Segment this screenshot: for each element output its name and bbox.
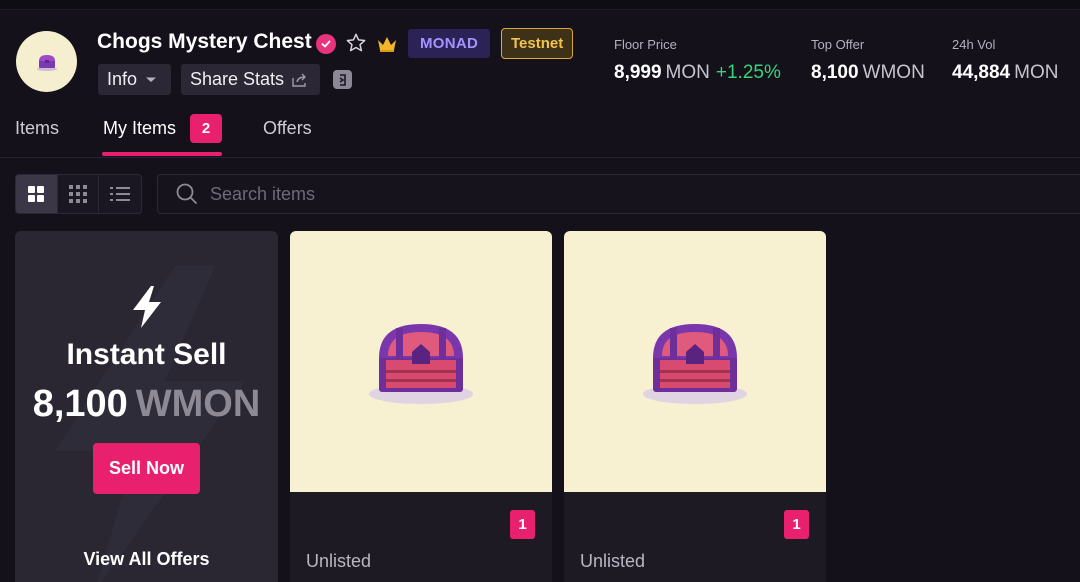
volume-value: 44,884 MON [952,62,1058,84]
floor-price-change: +1.25% [715,62,781,83]
crown-icon [376,35,398,58]
list-icon [110,187,131,201]
active-tab-indicator [102,152,222,156]
verified-icon [316,34,336,54]
volume-amount: 44,884 [952,62,1011,83]
chest-icon [643,323,747,404]
small-grid-view-button[interactable] [58,175,100,213]
share-stats-label: Share Stats [190,69,285,89]
chest-icon [36,54,57,71]
top-offer-label: Top Offer [811,37,865,52]
instant-sell-unit: WMON [135,383,261,425]
collection-title: Chogs Mystery Chest [97,30,312,53]
testnet-tag: Testnet [501,28,574,59]
volume-unit: MON [1014,62,1059,83]
item-quantity-badge: 1 [784,510,809,539]
tab-my-items[interactable]: My Items [103,118,176,139]
favorite-star-icon[interactable] [345,32,367,59]
view-all-offers-link[interactable]: View All Offers [15,549,278,570]
item-quantity-badge: 1 [510,510,535,539]
list-view-button[interactable] [99,175,141,213]
item-status: Unlisted [580,551,646,571]
info-label: Info [107,69,138,89]
top-offer-value: 8,100 WMON [811,62,925,84]
search-icon [176,183,197,204]
share-icon [292,73,307,87]
floor-price-amount: 8,999 [614,62,662,83]
lightning-icon [133,286,161,328]
item-image [564,231,826,492]
floor-price-unit: MON [665,62,710,83]
view-toggle-group [15,174,142,214]
floor-price-value: 8,999 MON +1.25% [614,62,781,84]
instant-sell-title: Instant Sell [66,338,227,371]
volume-label: 24h Vol [952,37,996,52]
collection-avatar [16,31,77,92]
tab-items[interactable]: Items [15,118,59,139]
item-status: Unlisted [306,551,372,571]
search-input[interactable] [210,183,610,205]
tab-offers[interactable]: Offers [263,118,312,139]
chevron-down-icon [146,77,157,82]
tabs-divider [0,157,1080,158]
top-offer-unit: WMON [862,62,925,83]
share-stats-button[interactable]: Share Stats [181,64,320,95]
item-card[interactable]: 1 Unlisted [564,231,826,582]
chest-icon [369,323,473,404]
item-card[interactable]: 1 Unlisted [290,231,552,582]
info-dropdown[interactable]: Info [98,64,171,95]
sell-now-button[interactable]: Sell Now [93,443,200,494]
large-grid-view-button[interactable] [16,175,58,213]
search-box[interactable] [157,174,1080,214]
large-grid-icon [28,186,45,202]
my-items-count-badge: 2 [190,114,222,143]
instant-sell-value: 8,100 [32,383,128,425]
floor-price-label: Floor Price [614,37,677,52]
item-image [290,231,552,492]
instant-sell-amount: 8,100 WMON [15,383,278,426]
top-bar [0,0,1080,10]
network-tag: MONAD [408,29,491,58]
top-offer-amount: 8,100 [811,62,859,83]
small-grid-icon [69,185,87,203]
link-icon[interactable] [333,70,352,89]
